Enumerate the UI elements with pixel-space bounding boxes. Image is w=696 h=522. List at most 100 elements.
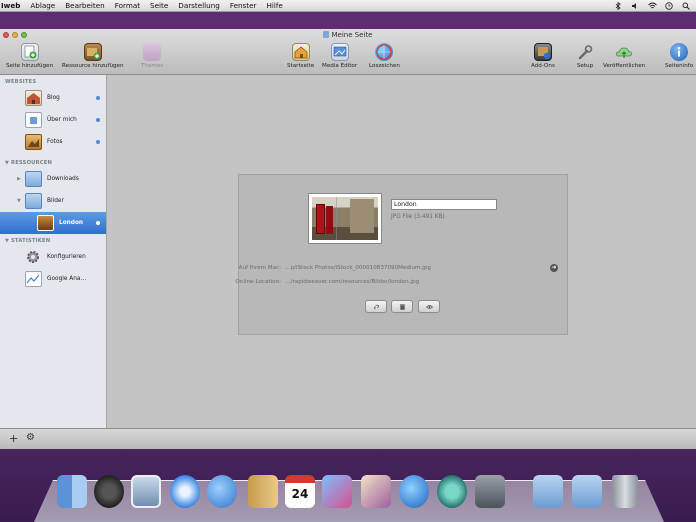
sidebar-item-label: Downloads (47, 176, 79, 182)
themes-icon (143, 43, 162, 61)
page-info-button[interactable]: Seiteninfo (665, 43, 693, 69)
spotlight-icon[interactable] (682, 2, 690, 10)
phone-booth-shape (316, 204, 325, 234)
globe-icon (375, 43, 394, 61)
section-label: STATISTIKEN (11, 238, 51, 244)
sidebar-section-websites: WEBSITES (5, 79, 37, 85)
reveal-arrow-icon[interactable]: ➜ (550, 264, 558, 272)
menu-ablage[interactable]: Ablage (25, 1, 60, 10)
itunes-icon[interactable] (399, 475, 429, 508)
sidebar-item-downloads[interactable]: ▶ Downloads (0, 168, 106, 190)
sidebar-item-label: Google Ana… (47, 276, 87, 282)
photos-icon (25, 134, 42, 150)
copy-link-button[interactable] (365, 300, 387, 313)
disclosure-triangle-icon[interactable]: ▼ (17, 198, 21, 204)
setup-button[interactable]: Setup (576, 43, 594, 69)
add-page-icon (20, 43, 39, 61)
online-location-row: Online-Location: …/rapidweaver.com/resour… (201, 279, 419, 285)
finder-icon[interactable] (57, 475, 87, 508)
preview-icon[interactable] (131, 475, 161, 508)
clock-icon[interactable] (665, 2, 673, 10)
sidebar-item-label: Fotos (47, 139, 63, 145)
sidebar-item-google-analytics[interactable]: Google Ana… (0, 268, 106, 290)
sidebar-item-label: Über mich (47, 117, 77, 123)
system-preferences-icon[interactable] (475, 475, 505, 508)
menu-hilfe[interactable]: Hilfe (262, 1, 288, 10)
local-path-label: Auf Ihrem Mac: (238, 265, 281, 271)
bluetooth-icon[interactable] (614, 1, 622, 11)
homepage-label: Startseite (287, 63, 315, 69)
add-ons-button[interactable]: Add-Ons (531, 43, 555, 69)
wifi-icon[interactable] (648, 2, 657, 9)
menu-format[interactable]: Format (110, 1, 145, 10)
add-ons-icon (533, 43, 552, 61)
local-path-row: Auf Ihrem Mac: …p/iStock Photos/iStock_00… (201, 265, 431, 271)
blog-icon (25, 90, 42, 106)
resource-name-field[interactable]: London (391, 199, 497, 210)
bottom-toolbar: + ⚙ (0, 428, 696, 449)
publish-button[interactable]: Veröffentlichen (603, 43, 645, 69)
sidebar-item-blog[interactable]: Blog (0, 87, 106, 109)
media-editor-icon (330, 43, 349, 61)
add-page-label: Seite hinzufügen (6, 63, 54, 69)
menu-darstellung[interactable]: Darstellung (173, 1, 225, 10)
add-page-button[interactable]: Seite hinzufügen (6, 43, 53, 69)
info-icon (670, 43, 689, 61)
folder-icon[interactable] (572, 475, 602, 508)
ichat-icon[interactable] (207, 475, 237, 508)
add-resource-label: Ressource hinzufügen (62, 63, 124, 69)
address-book-icon[interactable] (248, 475, 278, 508)
cloud-upload-icon (615, 43, 633, 61)
window-title: Meine Seite (0, 31, 696, 39)
themes-button[interactable]: Themes (141, 43, 163, 69)
iphoto-icon[interactable] (322, 475, 352, 508)
media-editor-button[interactable]: Media Editor (322, 43, 357, 69)
disclosure-triangle-icon[interactable]: ▼ (5, 158, 9, 168)
home-icon (291, 43, 310, 61)
iweb-icon[interactable] (361, 475, 391, 508)
safari-icon[interactable] (170, 475, 200, 508)
online-location-value[interactable]: …/rapidweaver.com/resources/Bilder/londo… (285, 279, 419, 285)
sidebar-item-bilder[interactable]: ▼ Bilder (0, 190, 106, 212)
menu-seite[interactable]: Seite (145, 1, 173, 10)
add-ons-label: Add-Ons (531, 63, 555, 69)
sidebar-item-london[interactable]: London (0, 212, 106, 234)
action-menu-button[interactable]: ⚙ (26, 432, 35, 443)
delete-button[interactable] (391, 300, 413, 313)
section-label: RESSOURCEN (11, 160, 53, 166)
page-info-label: Seiteninfo (665, 63, 694, 69)
sidebar-item-ueber-mich[interactable]: Über mich (0, 109, 106, 131)
media-editor-label: Media Editor (322, 63, 358, 69)
ical-icon[interactable]: 24 (285, 475, 315, 508)
time-machine-icon[interactable] (437, 475, 467, 508)
wrench-icon (576, 43, 594, 61)
setup-label: Setup (576, 63, 594, 69)
published-indicator-icon (96, 118, 100, 122)
source-button[interactable]: Loszeichen (369, 43, 400, 69)
volume-icon[interactable] (631, 2, 639, 9)
menu-app[interactable]: Iweb (0, 1, 25, 10)
preview-button[interactable] (418, 300, 440, 313)
dashboard-icon[interactable] (94, 475, 124, 508)
folder-icon[interactable] (533, 475, 563, 508)
image-preview[interactable] (308, 193, 382, 244)
disclosure-triangle-icon[interactable]: ▼ (5, 236, 9, 246)
menu-fenster[interactable]: Fenster (225, 1, 262, 10)
local-path-value[interactable]: …p/iStock Photos/iStock_000010837090Medi… (285, 265, 431, 271)
sidebar-section-statistics: ▼ STATISTIKEN (0, 236, 106, 246)
sidebar: WEBSITES Blog Über mich Fotos ▼ RESSOURC… (0, 75, 107, 428)
add-button[interactable]: + (9, 432, 18, 445)
menu-bar: Iweb Ablage Bearbeiten Format Seite Dars… (0, 0, 696, 12)
trash-icon[interactable] (612, 475, 638, 508)
sidebar-item-label: London (59, 220, 84, 226)
published-indicator-icon (96, 221, 100, 225)
menu-bearbeiten[interactable]: Bearbeiten (60, 1, 110, 10)
sidebar-section-resources: ▼ RESSOURCEN (0, 158, 106, 168)
sidebar-item-fotos[interactable]: Fotos (0, 131, 106, 153)
page-icon (25, 112, 42, 128)
online-location-label: Online-Location: (235, 279, 281, 285)
disclosure-triangle-icon[interactable]: ▶ (17, 176, 21, 182)
homepage-button[interactable]: Startseite (287, 43, 314, 69)
add-resource-button[interactable]: Ressource hinzufügen (62, 43, 124, 69)
sidebar-item-konfigurieren[interactable]: Konfigurieren (0, 246, 106, 268)
